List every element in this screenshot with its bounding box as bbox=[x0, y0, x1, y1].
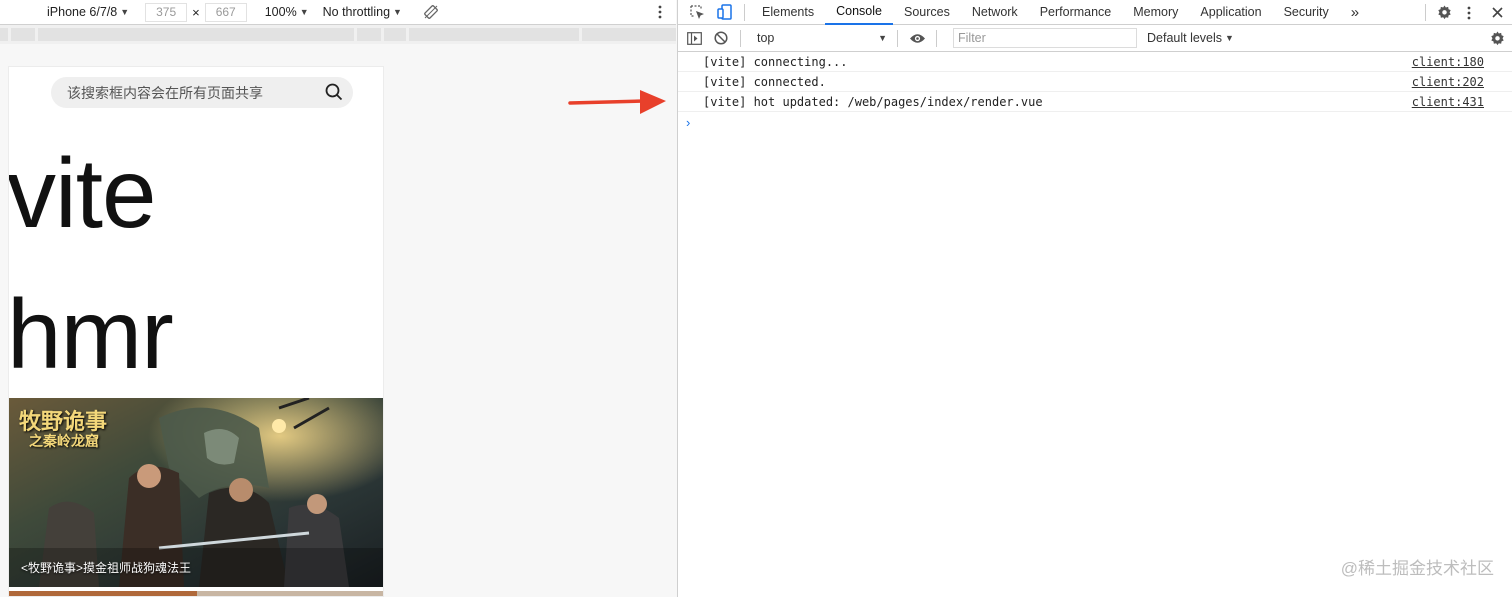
media-query-bar[interactable] bbox=[0, 25, 676, 44]
poster-image[interactable]: 牧野诡事 之秦岭龙窟 <牧野诡事>摸金祖师战狗魂法王 bbox=[9, 398, 383, 587]
search-icon[interactable] bbox=[325, 83, 343, 104]
prompt-chevron-icon: › bbox=[686, 114, 691, 130]
clear-console-icon[interactable] bbox=[708, 31, 734, 45]
tab-sources[interactable]: Sources bbox=[893, 0, 961, 25]
log-source-link[interactable]: client:180 bbox=[1412, 55, 1484, 69]
annotation-arrow bbox=[568, 88, 668, 121]
kebab-menu-icon[interactable] bbox=[658, 5, 662, 19]
dimension-separator: × bbox=[192, 4, 200, 20]
log-levels-label: Default levels bbox=[1147, 31, 1223, 45]
console-output: [vite] connecting... client:180 [vite] c… bbox=[678, 52, 1512, 132]
log-source-link[interactable]: client:431 bbox=[1412, 95, 1484, 109]
kebab-menu-icon[interactable] bbox=[1456, 6, 1482, 20]
log-source-link[interactable]: client:202 bbox=[1412, 75, 1484, 89]
console-prompt[interactable]: › bbox=[678, 112, 1512, 132]
toolbar-divider bbox=[897, 29, 898, 47]
throttling-select[interactable]: No throttling ▼ bbox=[323, 5, 402, 19]
chevron-down-icon: ▼ bbox=[120, 7, 130, 17]
zoom-label: 100% bbox=[264, 5, 297, 19]
tab-security[interactable]: Security bbox=[1273, 0, 1340, 25]
search-input[interactable]: 该搜索框内容会在所有页面共享 bbox=[51, 77, 353, 108]
device-emulation-pane: iPhone 6/7/8 ▼ 375 × 667 100% ▼ No throttl… bbox=[0, 0, 676, 597]
log-line: [vite] hot updated: /web/pages/index/ren… bbox=[678, 92, 1512, 112]
search-placeholder: 该搜索框内容会在所有页面共享 bbox=[67, 84, 263, 101]
height-input[interactable]: 667 bbox=[204, 2, 247, 22]
toolbar-divider bbox=[744, 3, 745, 21]
device-select[interactable]: iPhone 6/7/8 ▼ bbox=[47, 5, 129, 19]
heading-vite: vite bbox=[8, 138, 157, 248]
poster-subtitle: 之秦岭龙窟 bbox=[29, 433, 99, 449]
chevron-down-icon: ▼ bbox=[393, 7, 402, 17]
gear-icon[interactable] bbox=[1432, 5, 1456, 20]
log-line: [vite] connected. client:202 bbox=[678, 72, 1512, 92]
filter-input[interactable]: Filter bbox=[953, 28, 1137, 48]
gear-icon[interactable] bbox=[1490, 31, 1505, 46]
chevron-down-icon: ▼ bbox=[878, 33, 887, 43]
tab-memory[interactable]: Memory bbox=[1122, 0, 1189, 25]
emulation-toolbar: iPhone 6/7/8 ▼ 375 × 667 100% ▼ No throttl… bbox=[0, 0, 676, 25]
tab-elements[interactable]: Elements bbox=[751, 0, 825, 25]
log-message: [vite] hot updated: /web/pages/index/ren… bbox=[703, 94, 1043, 109]
log-levels-select[interactable]: Default levels ▼ bbox=[1147, 31, 1234, 45]
watermark: @稀土掘金技术社区 bbox=[1340, 559, 1494, 578]
throttling-label: No throttling bbox=[322, 5, 391, 19]
context-label: top bbox=[757, 31, 775, 45]
next-item-preview bbox=[9, 591, 383, 596]
device-viewport: 该搜索框内容会在所有页面共享 vite hmr 牧野诡事 之秦岭龙窟 <牧野诡事… bbox=[8, 66, 384, 597]
toolbar-divider bbox=[936, 29, 937, 47]
log-message: [vite] connected. bbox=[703, 74, 826, 89]
device-select-label: iPhone 6/7/8 bbox=[47, 5, 118, 19]
tab-console[interactable]: Console bbox=[825, 0, 893, 25]
context-select[interactable]: top ▼ bbox=[753, 29, 891, 48]
eye-icon[interactable] bbox=[904, 33, 930, 44]
log-message: [vite] connecting... bbox=[703, 54, 848, 69]
more-tabs-button[interactable]: » bbox=[1340, 0, 1370, 25]
device-toggle-icon[interactable] bbox=[712, 4, 738, 20]
tab-network[interactable]: Network bbox=[961, 0, 1029, 25]
heading-hmr: hmr bbox=[8, 279, 174, 389]
devtools-panel: Elements Console Sources Network Perform… bbox=[677, 0, 1512, 597]
console-toolbar: top ▼ Filter Default levels ▼ bbox=[678, 25, 1512, 52]
toolbar-divider bbox=[740, 29, 741, 47]
poster-caption: <牧野诡事>摸金祖师战狗魂法王 bbox=[21, 561, 192, 575]
chevron-down-icon: ▼ bbox=[299, 7, 309, 17]
log-line: [vite] connecting... client:180 bbox=[678, 52, 1512, 72]
devtools-tab-bar: Elements Console Sources Network Perform… bbox=[678, 0, 1512, 25]
toolbar-divider bbox=[1425, 4, 1426, 21]
chevron-down-icon: ▼ bbox=[1225, 33, 1234, 43]
rotate-icon[interactable] bbox=[424, 5, 438, 19]
sidebar-toggle-icon[interactable] bbox=[680, 31, 708, 45]
inspect-icon[interactable] bbox=[682, 4, 712, 20]
zoom-select[interactable]: 100% ▼ bbox=[265, 5, 309, 19]
close-icon[interactable] bbox=[1482, 7, 1512, 18]
tab-application[interactable]: Application bbox=[1189, 0, 1272, 25]
width-input[interactable]: 375 bbox=[145, 2, 188, 22]
tab-performance[interactable]: Performance bbox=[1029, 0, 1123, 25]
